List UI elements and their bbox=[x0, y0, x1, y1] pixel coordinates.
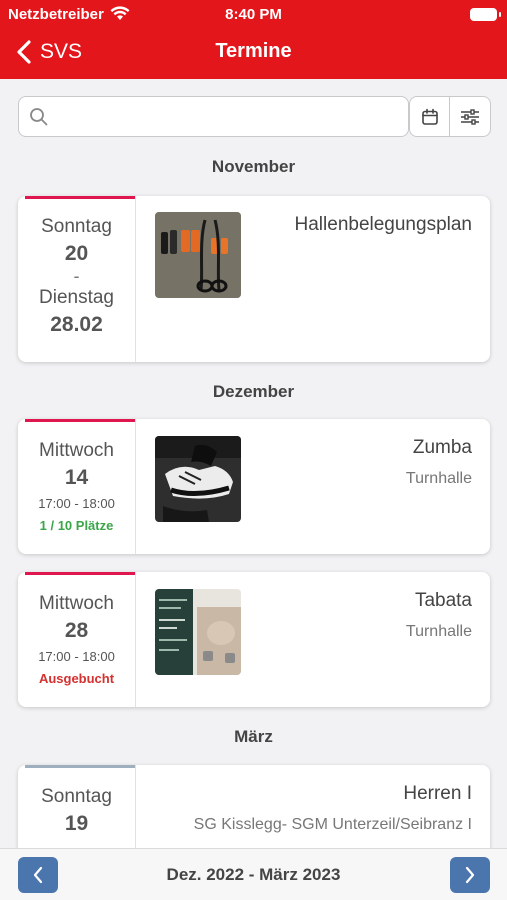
chevron-left-icon bbox=[17, 40, 31, 64]
sliders-icon bbox=[461, 108, 479, 125]
month-header: Dezember bbox=[212, 382, 295, 401]
event-title: Tabata bbox=[414, 590, 472, 611]
event-weekday: Mittwoch bbox=[39, 593, 114, 614]
next-range-button[interactable] bbox=[450, 857, 490, 893]
event-weekday: Sonntag bbox=[41, 786, 112, 807]
end-weekday: Dienstag bbox=[39, 287, 114, 308]
search-input[interactable] bbox=[59, 97, 399, 136]
date-range-label: Dez. 2022 - März 2023 bbox=[166, 865, 341, 884]
battery-icon bbox=[470, 8, 501, 21]
month-header: März bbox=[234, 727, 273, 746]
event-time: 17:00 - 18:00 bbox=[38, 649, 115, 664]
start-weekday: Sonntag bbox=[41, 216, 112, 237]
availability-status: 1 / 10 Plätze bbox=[39, 518, 114, 533]
back-button[interactable]: SVS bbox=[14, 37, 82, 67]
date-accent bbox=[25, 196, 135, 199]
end-date: 28.02 bbox=[50, 313, 103, 336]
event-location: SG Kisslegg- SGM Unterzeil/Seibranz I bbox=[193, 816, 472, 833]
event-card[interactable]: Sonntag 20 - Dienstag 28.02 Hallenbelegu… bbox=[18, 196, 490, 362]
event-title: Hallenbelegungsplan bbox=[294, 214, 472, 235]
date-separator: - bbox=[73, 266, 80, 286]
date-range-bar: Dez. 2022 - März 2023 bbox=[0, 848, 507, 900]
event-weekday: Mittwoch bbox=[39, 440, 114, 461]
calendar-icon bbox=[421, 108, 438, 125]
event-location: Turnhalle bbox=[405, 623, 472, 640]
event-card[interactable]: Mittwoch 14 17:00 - 18:00 1 / 10 Plätze … bbox=[18, 419, 490, 554]
event-card[interactable]: Mittwoch 28 17:00 - 18:00 Ausgebucht Tab… bbox=[18, 572, 490, 707]
event-day: 19 bbox=[64, 812, 89, 835]
sneakers-thumbnail bbox=[155, 436, 241, 522]
chevron-left-icon bbox=[33, 866, 43, 884]
event-date: Mittwoch 28 17:00 - 18:00 Ausgebucht bbox=[18, 572, 136, 707]
filter-button[interactable] bbox=[450, 96, 491, 137]
month-header: November bbox=[211, 157, 296, 176]
event-title: Herren I bbox=[403, 783, 472, 804]
chevron-right-icon bbox=[465, 866, 475, 884]
search-field[interactable] bbox=[18, 96, 409, 137]
event-day: 28 bbox=[64, 619, 89, 642]
availability-status: Ausgebucht bbox=[38, 671, 115, 686]
date-accent bbox=[25, 419, 135, 422]
event-location: Turnhalle bbox=[405, 470, 472, 487]
fitness-equipment-thumbnail bbox=[155, 212, 241, 298]
event-date: Sonntag 20 - Dienstag 28.02 bbox=[18, 196, 136, 362]
event-title: Zumba bbox=[412, 437, 472, 458]
event-day: 14 bbox=[64, 466, 89, 489]
workout-flyer-thumbnail bbox=[155, 589, 241, 675]
start-day: 20 bbox=[64, 242, 89, 265]
date-accent bbox=[25, 572, 135, 575]
event-date: Mittwoch 14 17:00 - 18:00 1 / 10 Plätze bbox=[18, 419, 136, 554]
search-icon bbox=[29, 107, 49, 132]
calendar-button[interactable] bbox=[409, 96, 450, 137]
previous-range-button[interactable] bbox=[18, 857, 58, 893]
status-bar: Netzbetreiber 8:40 PM bbox=[0, 0, 507, 30]
back-label: SVS bbox=[40, 40, 83, 63]
navigation-bar: Netzbetreiber 8:40 PM SVS Termine bbox=[0, 0, 507, 79]
event-time: 17:00 - 18:00 bbox=[38, 496, 115, 511]
date-accent bbox=[25, 765, 135, 768]
status-time: 8:40 PM bbox=[225, 6, 282, 23]
